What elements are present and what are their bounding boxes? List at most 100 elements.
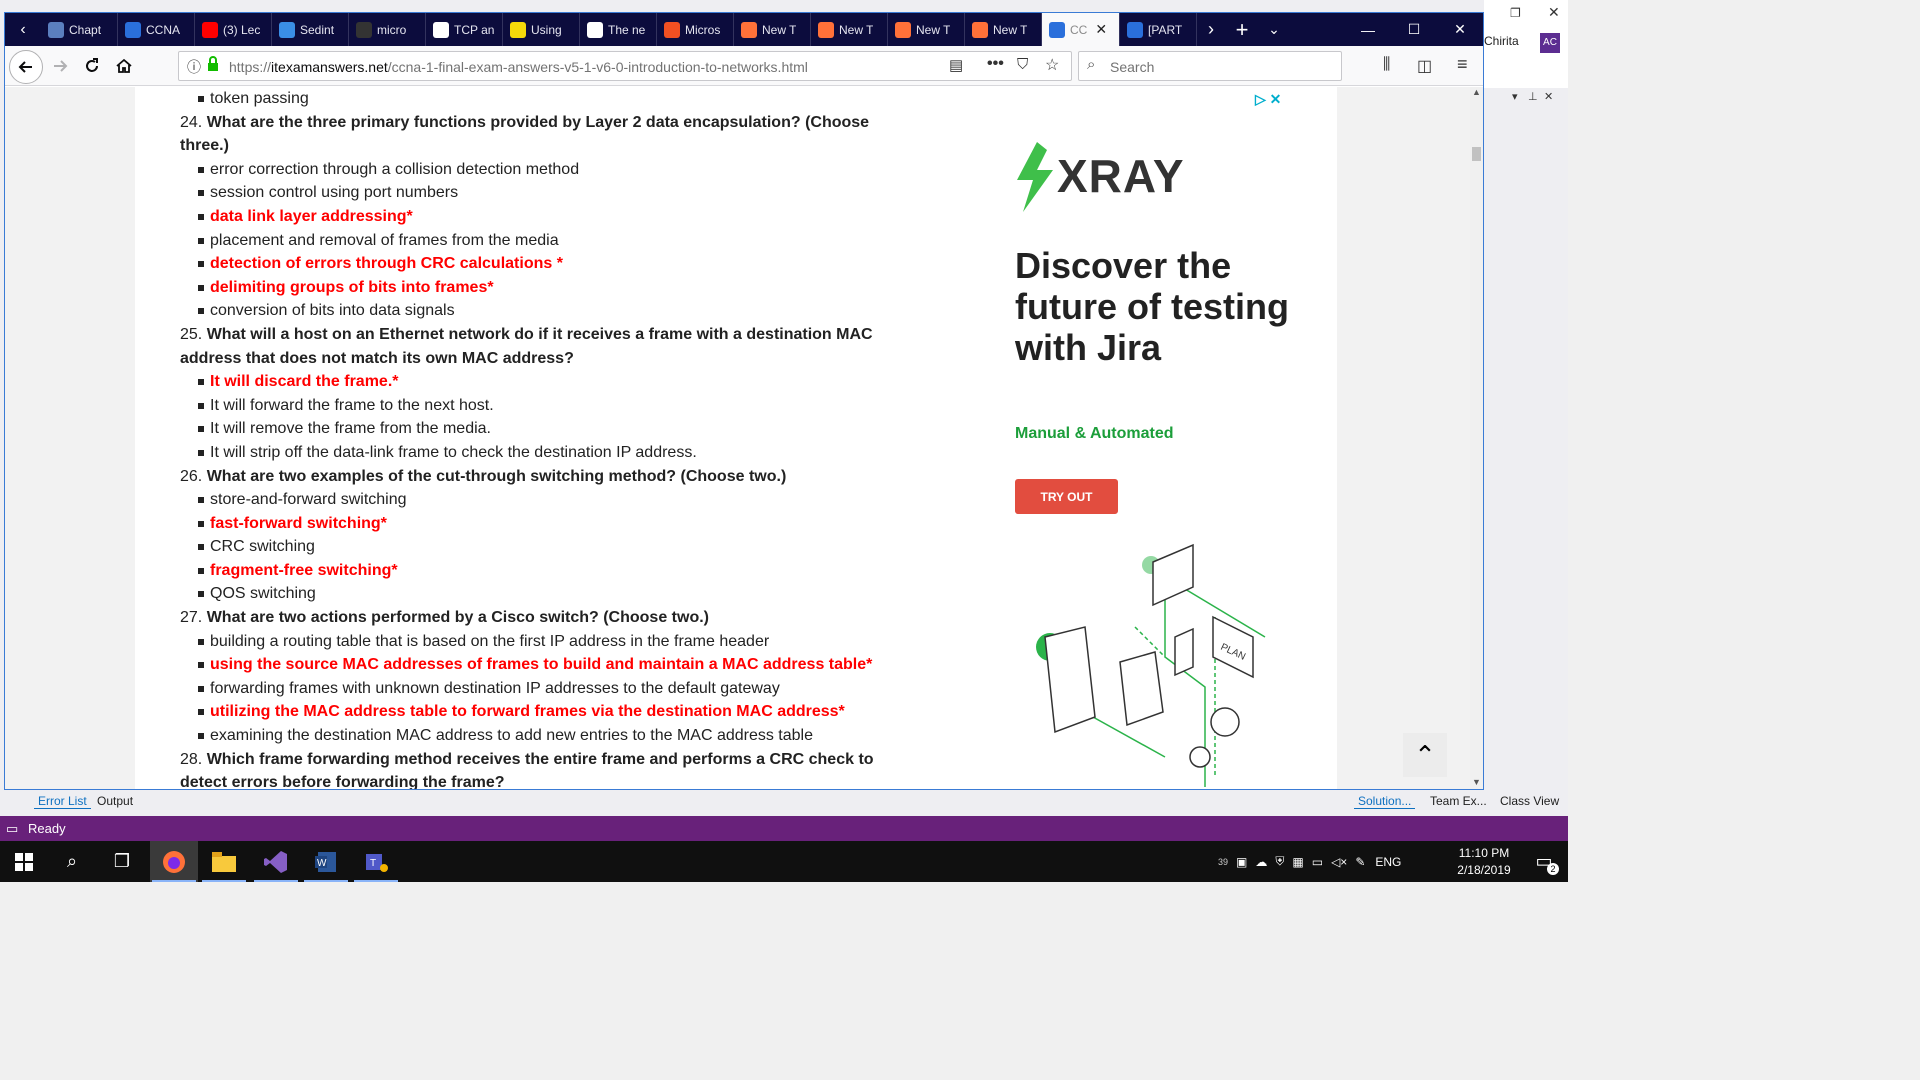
- restore-icon[interactable]: ❐: [1510, 6, 1521, 20]
- volume-icon[interactable]: ◁×: [1331, 855, 1347, 869]
- lock-icon[interactable]: [207, 56, 219, 77]
- close-icon[interactable]: ✕: [1437, 13, 1483, 46]
- browser-tab[interactable]: (3) Lec: [195, 13, 272, 46]
- status-text: Ready: [28, 821, 66, 836]
- tab-solution-explorer[interactable]: Solution...: [1354, 794, 1416, 809]
- teams-icon[interactable]: T: [352, 841, 400, 882]
- xray-advertisement[interactable]: ▷ ✕ XRAY Discover the future of testing …: [1010, 87, 1320, 789]
- browser-tab[interactable]: The ne: [580, 13, 657, 46]
- browser-tab[interactable]: CCNA: [118, 13, 195, 46]
- scroll-down-icon[interactable]: ▼: [1472, 777, 1481, 787]
- tab-label: Micros: [685, 22, 721, 37]
- browser-tab[interactable]: New T: [734, 13, 811, 46]
- vs-status-bar: ▭ Ready: [0, 816, 1568, 841]
- reload-button[interactable]: [77, 52, 107, 80]
- answer-option: store-and-forward switching: [197, 488, 900, 512]
- firefox-taskbar-icon[interactable]: [150, 841, 198, 882]
- network-icon[interactable]: ▦: [1292, 855, 1303, 869]
- answer-option: It will remove the frame from the media.: [197, 417, 900, 441]
- browser-tab[interactable]: Sedint: [272, 13, 349, 46]
- scroll-up-icon[interactable]: ▲: [1472, 87, 1481, 97]
- search-input[interactable]: ⌕ Search: [1078, 51, 1342, 81]
- url-bar[interactable]: ⓘ https://itexamanswers.net/ccna-1-final…: [178, 51, 1072, 81]
- library-icon[interactable]: ⫼: [1383, 56, 1390, 74]
- browser-tab[interactable]: Using: [503, 13, 580, 46]
- onedrive-icon[interactable]: ☁: [1255, 855, 1267, 869]
- task-view-icon[interactable]: ❐: [98, 841, 146, 882]
- info-icon[interactable]: ⓘ: [187, 57, 201, 77]
- vs-user-name[interactable]: Chirita: [1484, 34, 1519, 48]
- firefox-window: ‹ Chapt CCNA (3) Lec Sedint micro TCP an Using…: [4, 12, 1484, 790]
- notification-count: 2: [1547, 863, 1559, 875]
- sidebar-icon[interactable]: ◫: [1417, 56, 1432, 76]
- clock[interactable]: 11:10 PM 2/18/2019: [1444, 845, 1524, 879]
- tab-class-view[interactable]: Class View: [1496, 794, 1563, 808]
- tab-output[interactable]: Output: [93, 794, 137, 808]
- browser-tab[interactable]: New T: [965, 13, 1042, 46]
- svg-text:T: T: [370, 858, 376, 869]
- close-icon[interactable]: ✕: [1544, 90, 1553, 103]
- search-icon[interactable]: ⌕: [48, 841, 96, 882]
- browser-tab[interactable]: CC ✕: [1042, 13, 1120, 46]
- browser-tab[interactable]: TCP an: [426, 13, 503, 46]
- firefox-icon: [895, 21, 911, 38]
- new-tab-icon[interactable]: +: [1225, 17, 1259, 43]
- bookmark-star-icon[interactable]: ☆: [1045, 55, 1059, 75]
- battery-icon[interactable]: ▭: [1312, 855, 1323, 869]
- tab-team-explorer[interactable]: Team Ex...: [1426, 794, 1491, 808]
- file-explorer-icon[interactable]: [200, 841, 248, 882]
- tab-bar-controls: › + ⌄: [1197, 13, 1289, 46]
- menu-icon[interactable]: ≡: [1457, 54, 1468, 75]
- tab-error-list[interactable]: Error List: [34, 794, 91, 809]
- youtube-icon: [202, 21, 218, 38]
- language-indicator[interactable]: ENG: [1375, 855, 1401, 869]
- visual-studio-icon[interactable]: [252, 841, 300, 882]
- pen-icon[interactable]: ✎: [1355, 855, 1365, 869]
- scroll-to-top-button[interactable]: ⌃: [1403, 733, 1447, 777]
- avatar[interactable]: AC: [1540, 33, 1560, 53]
- tab-scroll-right-icon[interactable]: ›: [1197, 19, 1225, 40]
- vs-bottom-tabs: Error List Output Solution... Team Ex...…: [0, 791, 1568, 815]
- browser-tab[interactable]: Micros: [657, 13, 734, 46]
- question-text: Which frame forwarding method receives t…: [180, 750, 874, 789]
- word-icon[interactable]: W: [302, 841, 350, 882]
- answer-option: token passing: [197, 87, 900, 111]
- close-icon[interactable]: ✕: [1548, 4, 1560, 21]
- maximize-icon[interactable]: ☐: [1391, 13, 1437, 46]
- browser-tab[interactable]: New T: [888, 13, 965, 46]
- tab-label: [PART: [1148, 22, 1183, 37]
- tab-label: Sedint: [300, 22, 335, 37]
- browser-tab[interactable]: [PART: [1120, 13, 1197, 46]
- browser-tab[interactable]: Chapt: [41, 13, 118, 46]
- scrollbar-thumb[interactable]: [1472, 147, 1481, 161]
- browser-tab[interactable]: New T: [811, 13, 888, 46]
- reader-view-icon[interactable]: ▤: [949, 56, 963, 74]
- correct-answer-option: fragment-free switching*: [197, 559, 900, 583]
- answer-option: conversion of bits into data signals: [197, 299, 900, 323]
- correct-answer-option: fast-forward switching*: [197, 512, 900, 536]
- home-button[interactable]: [109, 52, 139, 80]
- start-button[interactable]: [0, 841, 48, 882]
- pocket-icon[interactable]: ⛉: [1017, 56, 1028, 73]
- dropdown-icon[interactable]: ▾: [1512, 90, 1518, 103]
- article: token passing 24. What are the three pri…: [180, 87, 900, 789]
- close-tab-icon[interactable]: ✕: [1095, 21, 1107, 38]
- notifications-icon[interactable]: ▭ 2: [1520, 841, 1568, 882]
- back-button[interactable]: [9, 50, 43, 84]
- tab-scroll-left-icon[interactable]: ‹: [5, 13, 41, 46]
- security-icon[interactable]: ⛨: [1275, 854, 1284, 869]
- tab-list-icon[interactable]: ⌄: [1259, 21, 1289, 38]
- question-text: What will a host on an Ethernet network …: [180, 325, 873, 367]
- github-icon: [356, 21, 372, 38]
- minimize-icon[interactable]: —: [1345, 13, 1391, 46]
- question: 27. What are two actions performed by a …: [180, 606, 900, 630]
- pin-icon[interactable]: ⊥: [1528, 90, 1538, 103]
- forward-button[interactable]: [45, 52, 75, 80]
- teams-tray-icon[interactable]: ▣: [1236, 855, 1247, 869]
- browser-tab[interactable]: micro: [349, 13, 426, 46]
- ad-subline: Manual & Automated: [1015, 425, 1174, 442]
- ad-choices-icon[interactable]: ▷ ✕: [1255, 91, 1281, 108]
- vertical-scrollbar[interactable]: ▲ ▼: [1470, 87, 1483, 789]
- page-actions-icon[interactable]: •••: [987, 55, 1004, 73]
- web-page: token passing 24. What are the three pri…: [135, 87, 1337, 789]
